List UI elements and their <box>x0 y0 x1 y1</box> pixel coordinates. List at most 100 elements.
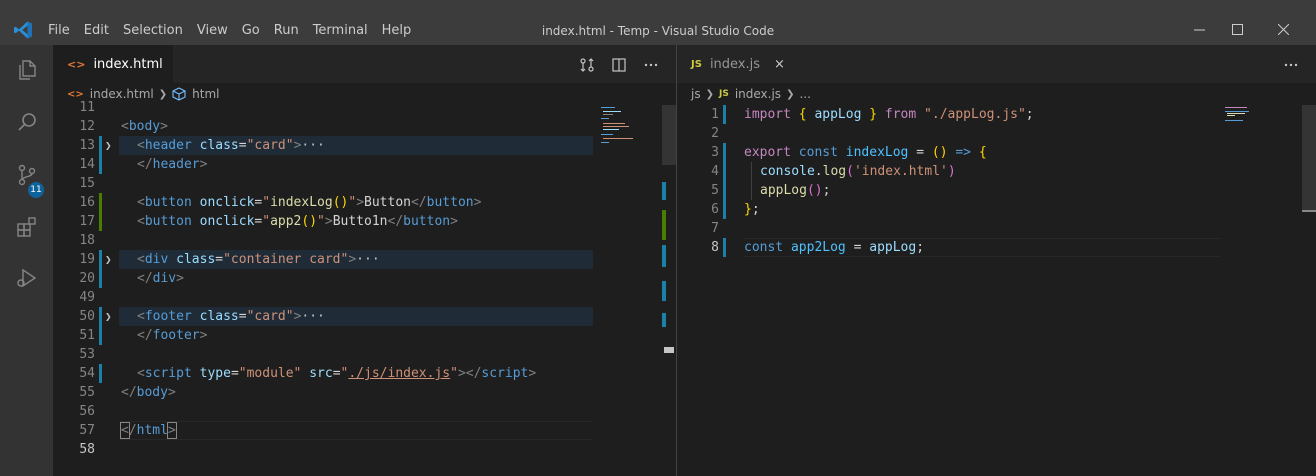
code-line: </footer> <box>137 328 208 343</box>
overview-ruler-cursor <box>1302 210 1316 212</box>
line-number: 19 <box>79 252 95 267</box>
line-number: 4 <box>711 164 719 179</box>
breadcrumb-file[interactable]: JS index.js <box>719 87 781 101</box>
indent-guide <box>751 162 752 200</box>
line-number: 16 <box>79 195 95 210</box>
chevron-right-icon: ❯ <box>158 88 168 100</box>
compare-changes-icon <box>580 58 594 72</box>
line-number: 17 <box>79 214 95 229</box>
source-control-button[interactable]: 11 <box>0 150 53 200</box>
line-number: 6 <box>711 202 719 217</box>
line-number: 55 <box>79 385 95 400</box>
breadcrumb-file-label: index.html <box>89 87 154 101</box>
left-editor-actions <box>566 55 662 75</box>
open-changes-button[interactable] <box>576 55 598 75</box>
breadcrumb-html[interactable]: html <box>172 87 219 101</box>
code-line: <div class="container card">··· <box>137 252 380 267</box>
minimize-icon <box>1193 29 1205 31</box>
close-window-button[interactable] <box>1260 14 1306 45</box>
element-cube-icon <box>172 87 186 101</box>
line-number: 57 <box>79 423 95 438</box>
scm-count-badge: 11 <box>28 182 44 198</box>
vertical-scrollbar-thumb[interactable] <box>1302 105 1316 212</box>
js-file-icon: JS <box>718 89 729 99</box>
line-number: 53 <box>79 347 95 362</box>
line-number: 49 <box>79 290 95 305</box>
code-line: const app2Log = appLog; <box>744 240 925 255</box>
git-added-marker <box>99 193 102 231</box>
more-icon <box>644 63 658 67</box>
close-tab-icon[interactable]: × <box>774 57 785 72</box>
menu-bar: File Edit Selection View Go Run Terminal… <box>48 23 425 38</box>
search-icon <box>17 113 36 131</box>
line-number: 3 <box>711 145 719 160</box>
breadcrumb-ellipsis[interactable]: ... <box>799 87 810 101</box>
html-file-icon: <> <box>67 57 86 71</box>
line-number: 1 <box>711 107 719 122</box>
minimap[interactable] <box>601 105 661 165</box>
left-tab-bar: <> index.html <box>53 45 676 83</box>
vertical-scrollbar-thumb[interactable] <box>662 105 676 165</box>
line-number: 13 <box>79 138 95 153</box>
overview-ruler-cursor <box>664 347 674 353</box>
right-editor-actions <box>1270 55 1302 75</box>
tab-label: index.html <box>93 56 163 72</box>
overview-ruler-mark <box>662 210 666 240</box>
minimap[interactable] <box>1225 105 1285 165</box>
line-number: 54 <box>79 366 95 381</box>
menu-go[interactable]: Go <box>242 23 260 38</box>
code-line: </body> <box>121 385 176 400</box>
chevron-right-icon: ❯ <box>705 88 714 100</box>
vscode-logo-icon <box>14 21 32 39</box>
right-tab-bar: JS index.js × <box>677 45 1316 83</box>
menu-edit[interactable]: Edit <box>84 23 109 38</box>
overview-ruler-mark <box>662 313 666 327</box>
fold-chevron-icon[interactable]: ❯ <box>105 253 112 266</box>
maximize-button[interactable] <box>1214 14 1260 45</box>
code-line: appLog(); <box>760 183 831 198</box>
line-number: 56 <box>79 404 95 419</box>
menu-file[interactable]: File <box>48 23 70 38</box>
line-number: 50 <box>79 309 95 324</box>
line-number: 12 <box>79 119 95 134</box>
run-debug-icon <box>16 268 36 288</box>
line-number: 8 <box>711 240 719 255</box>
line-number: 5 <box>711 183 719 198</box>
code-line: </div> <box>137 271 184 286</box>
menu-run[interactable]: Run <box>274 23 299 38</box>
line-number: 2 <box>711 126 719 141</box>
git-modified-marker <box>723 105 726 124</box>
split-editor-icon <box>612 58 626 72</box>
line-number: 7 <box>711 221 719 236</box>
line-number: 20 <box>79 271 95 286</box>
breadcrumb-folder[interactable]: js <box>691 87 701 101</box>
explorer-icon <box>18 60 36 80</box>
fold-chevron-icon[interactable]: ❯ <box>105 310 112 323</box>
tab-index-html[interactable]: <> index.html <box>53 45 173 83</box>
menu-help[interactable]: Help <box>382 23 412 38</box>
run-debug-button[interactable] <box>0 253 53 303</box>
fold-chevron-icon[interactable]: ❯ <box>105 139 112 152</box>
line-number: 14 <box>79 157 95 172</box>
activity-bar: 11 <box>0 45 53 476</box>
more-actions-button[interactable] <box>640 55 662 75</box>
overview-ruler-mark <box>662 245 666 267</box>
explorer-button[interactable] <box>0 45 53 95</box>
line-number: 11 <box>79 100 95 115</box>
extensions-button[interactable] <box>0 202 53 252</box>
menu-selection[interactable]: Selection <box>123 23 183 38</box>
breadcrumb: js ❯ JS index.js ❯ ... <box>677 83 1316 105</box>
menu-terminal[interactable]: Terminal <box>313 23 368 38</box>
line-number: 58 <box>79 442 95 457</box>
menu-view[interactable]: View <box>197 23 228 38</box>
tab-index-js[interactable]: JS index.js × <box>677 45 797 83</box>
search-button[interactable] <box>0 97 53 147</box>
maximize-icon <box>1231 24 1243 35</box>
code-line: <footer class="card">··· <box>137 309 325 324</box>
overview-ruler-mark <box>662 182 666 200</box>
more-actions-button[interactable] <box>1280 55 1302 75</box>
breadcrumb: <> index.html ❯ html <box>53 83 676 105</box>
close-icon <box>1277 24 1289 35</box>
split-editor-button[interactable] <box>608 55 630 75</box>
js-file-icon: JS <box>691 58 702 70</box>
